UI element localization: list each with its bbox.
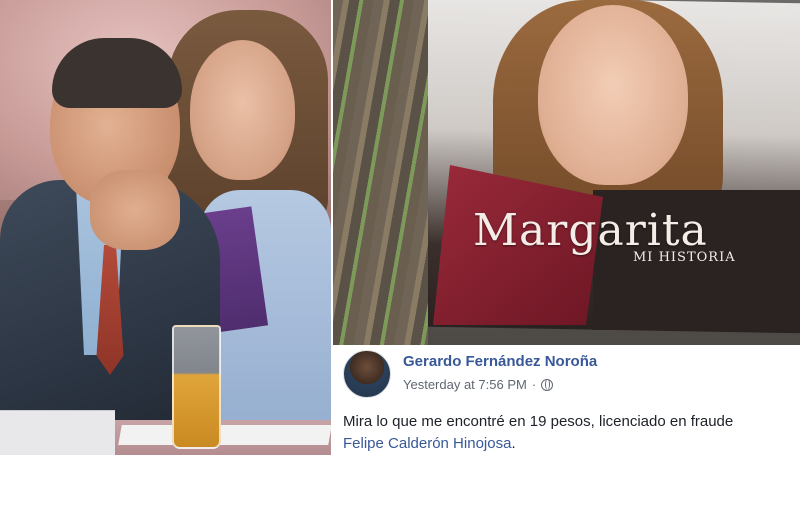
books-background — [333, 0, 428, 345]
facebook-post: Gerardo Fernández Noroña Yesterday at 7:… — [333, 345, 800, 463]
meta-separator: · — [531, 377, 537, 392]
book-title: Margarita — [473, 205, 708, 256]
man-hand — [90, 170, 180, 250]
avatar[interactable] — [343, 350, 391, 398]
mention-link[interactable]: Felipe Calderón Hinojosa — [343, 435, 511, 452]
drink-glass — [172, 325, 221, 449]
book-subtitle: MI HISTORIA — [633, 250, 736, 265]
post-text: Mira lo que me encontré en 19 pesos, lic… — [343, 411, 800, 455]
post-timestamp[interactable]: Yesterday at 7:56 PM — [403, 377, 527, 392]
post-body: Mira lo que me encontré en 19 pesos, lic… — [343, 413, 734, 430]
woman-face — [190, 40, 295, 180]
globe-icon[interactable] — [541, 378, 554, 391]
right-photo: Margarita MI HISTORIA — [333, 0, 800, 345]
mention-suffix: . — [511, 435, 516, 452]
post-author[interactable]: Gerardo Fernández Noroña — [403, 353, 597, 370]
left-photo — [0, 0, 331, 455]
papers — [118, 425, 331, 445]
post-meta: Yesterday at 7:56 PM · — [403, 377, 554, 392]
cover-face — [538, 5, 688, 185]
name-card — [0, 410, 115, 455]
